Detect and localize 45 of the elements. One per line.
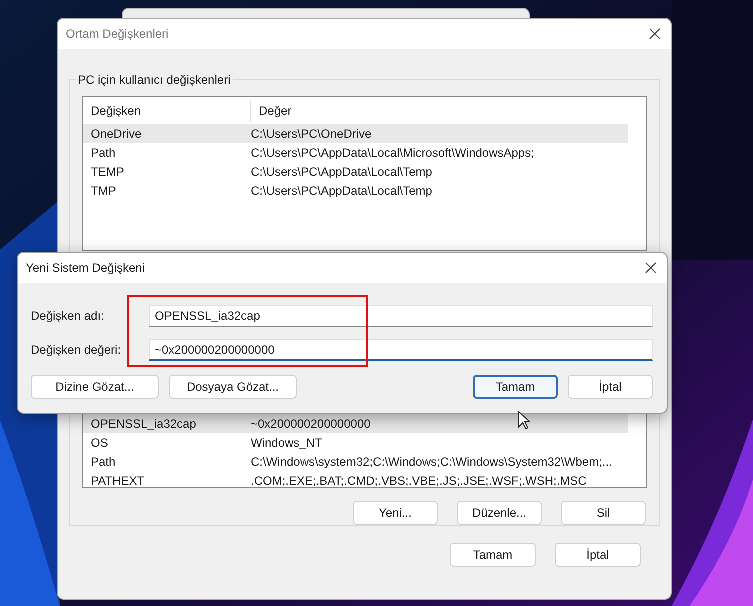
dialog-button[interactable]: Yeni... <box>353 501 438 525</box>
column-header[interactable]: Değişken <box>83 100 251 122</box>
dialog-button[interactable]: Tamam <box>450 543 536 567</box>
field-label: Değişken değeri: <box>31 342 122 359</box>
dialog-button[interactable]: Sil <box>561 501 646 525</box>
field-label: Değişken adı: <box>31 308 106 325</box>
window-title: Ortam Değişkenleri <box>66 26 169 43</box>
variables-list[interactable]: Değişken Değer OneDrive C:\Users\PC\OneDrive Path C:\Users\PC\AppData\Local\Microsoft\WindowsApps; TEMP C:\Users\PC\AppData\Local\Temp TMP C:\Users\PC\AppData\Local\Temp <box>82 96 647 251</box>
dialog-button[interactable]: Düzenle... <box>457 501 542 525</box>
dialog-button[interactable]: İptal <box>568 375 653 399</box>
table-cell-text: TEMP <box>90 164 126 180</box>
table-cell-text: PATHEXT <box>90 472 146 487</box>
dialog-button[interactable]: Dizine Gözat... <box>31 375 159 399</box>
table-row[interactable]: OneDrive C:\Users\PC\OneDrive <box>83 124 628 143</box>
table-cell-text: ~0x200000200000000 <box>251 416 371 432</box>
table-cell-text: Windows_NT <box>251 434 322 452</box>
table-cell-text: C:\Users\PC\AppData\Local\Microsoft\WindowsApps; <box>251 144 534 162</box>
dialog-button[interactable]: İptal <box>555 543 641 567</box>
table-cell-text: Path <box>90 454 117 470</box>
table-cell-text: C:\Users\PC\AppData\Local\Temp <box>251 182 432 200</box>
table-cell-text: TMP <box>90 182 118 200</box>
table-row[interactable]: TEMP C:\Users\PC\AppData\Local\Temp <box>83 162 628 181</box>
table-row[interactable]: OPENSSL_ia32cap ~0x200000200000000 <box>83 414 628 433</box>
table-row[interactable]: Path C:\Windows\system32;C:\Windows;C:\Windows\System32\Wbem;... <box>83 452 628 471</box>
table-cell-text: Path <box>90 144 117 162</box>
table-row[interactable]: PATHEXT .COM;.EXE;.BAT;.CMD;.VBS;.VBE;.JS;.JSE;.WSF;.WSH;.MSC <box>83 471 628 487</box>
dialog-button[interactable]: Tamam <box>473 375 558 399</box>
close-icon[interactable] <box>645 262 657 274</box>
table-row[interactable]: OS Windows_NT <box>83 433 628 452</box>
table-cell-text: OPENSSL_ia32cap <box>90 416 198 432</box>
cursor-icon <box>518 411 530 430</box>
dialog-title: Yeni Sistem Değişkeni <box>26 260 145 277</box>
dialog-button[interactable]: Dosyaya Gözat... <box>169 375 297 399</box>
table-cell-text: C:\Users\PC\OneDrive <box>251 126 372 142</box>
table-cell-text: .COM;.EXE;.BAT;.CMD;.VBS;.VBE;.JS;.JSE;.WSF;.WSH;.MSC <box>251 472 587 487</box>
table-row[interactable]: Path C:\Users\PC\AppData\Local\Microsoft\WindowsApps; <box>83 143 628 162</box>
table-row[interactable]: TMP C:\Users\PC\AppData\Local\Temp <box>83 181 628 200</box>
table-cell-text: C:\Users\PC\AppData\Local\Temp <box>251 164 432 180</box>
input-field[interactable]: OPENSSL_ia32cap <box>149 305 653 327</box>
close-icon[interactable] <box>649 28 661 40</box>
table-cell-text: C:\Windows\system32;C:\Windows;C:\Windows\System32\Wbem;... <box>251 454 612 470</box>
table-cell-text: OS <box>90 434 110 452</box>
table-cell-text: OneDrive <box>90 126 143 142</box>
input-field[interactable]: ~0x200000200000000 <box>149 339 653 361</box>
column-header[interactable]: Değer <box>251 102 292 120</box>
